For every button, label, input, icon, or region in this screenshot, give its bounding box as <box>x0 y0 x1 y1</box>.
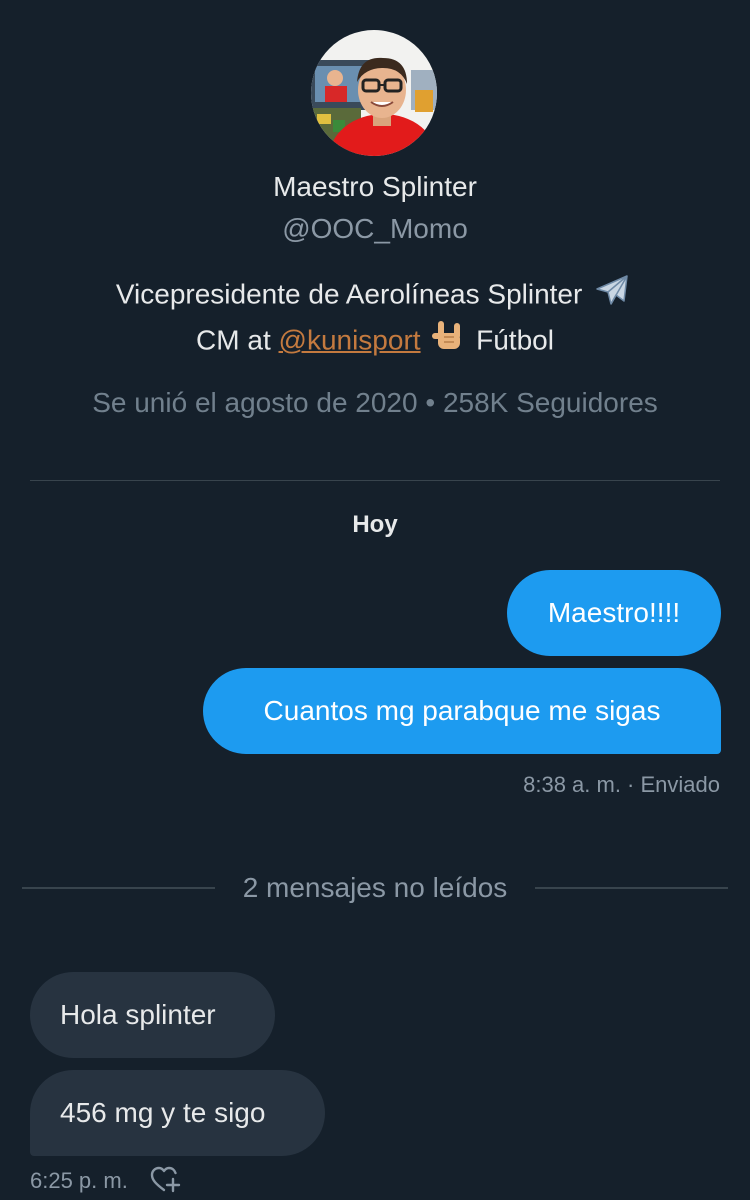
profile-meta: Se unió el agosto de 2020 • 258K Seguido… <box>92 387 658 418</box>
heart-plus-icon[interactable] <box>150 1166 182 1194</box>
profile-handle: @OOC_Momo <box>282 213 468 244</box>
message-text: Cuantos mg parabque me sigas <box>263 695 661 726</box>
message-text: Maestro!!!! <box>547 597 681 628</box>
received-time: 6:25 p. m. <box>30 1168 128 1193</box>
unread-line-right <box>535 887 728 889</box>
profile-bio: Vicepresidente de Aerolíneas Splinter CM… <box>0 273 750 365</box>
bio-line-1: Vicepresidente de Aerolíneas Splinter <box>0 273 750 319</box>
bio-text-2-prefix: CM at <box>196 324 271 356</box>
bio-text-1: Vicepresidente de Aerolíneas Splinter <box>115 278 583 310</box>
received-message-bubble[interactable]: 456 mg y te sigo <box>30 1070 325 1156</box>
avatar[interactable] <box>311 30 437 156</box>
received-message-bubble[interactable]: Hola splinter <box>30 972 275 1058</box>
avatar-image <box>311 30 437 156</box>
sign-of-the-horns-icon <box>432 319 464 365</box>
bio-mention-link[interactable]: @kunisport <box>279 324 421 355</box>
profile-name[interactable]: Maestro Splinter <box>0 170 750 204</box>
unread-divider: 2 mensajes no leídos <box>0 868 750 908</box>
sent-status: 8:38 a. m. · Enviado <box>523 772 720 797</box>
message-text: Hola splinter <box>60 999 216 1030</box>
sent-message-bubble[interactable]: Cuantos mg parabque me sigas <box>203 668 721 754</box>
bio-line-2: CM at @kunisport Fútbol <box>0 319 750 365</box>
airplane-icon <box>594 273 630 319</box>
profile-divider <box>30 480 720 481</box>
message-text: 456 mg y te sigo <box>60 1097 266 1128</box>
bio-text-2-suffix: Fútbol <box>476 324 554 356</box>
day-separator: Hoy <box>352 511 398 538</box>
sent-message-bubble[interactable]: Maestro!!!! <box>507 570 721 656</box>
